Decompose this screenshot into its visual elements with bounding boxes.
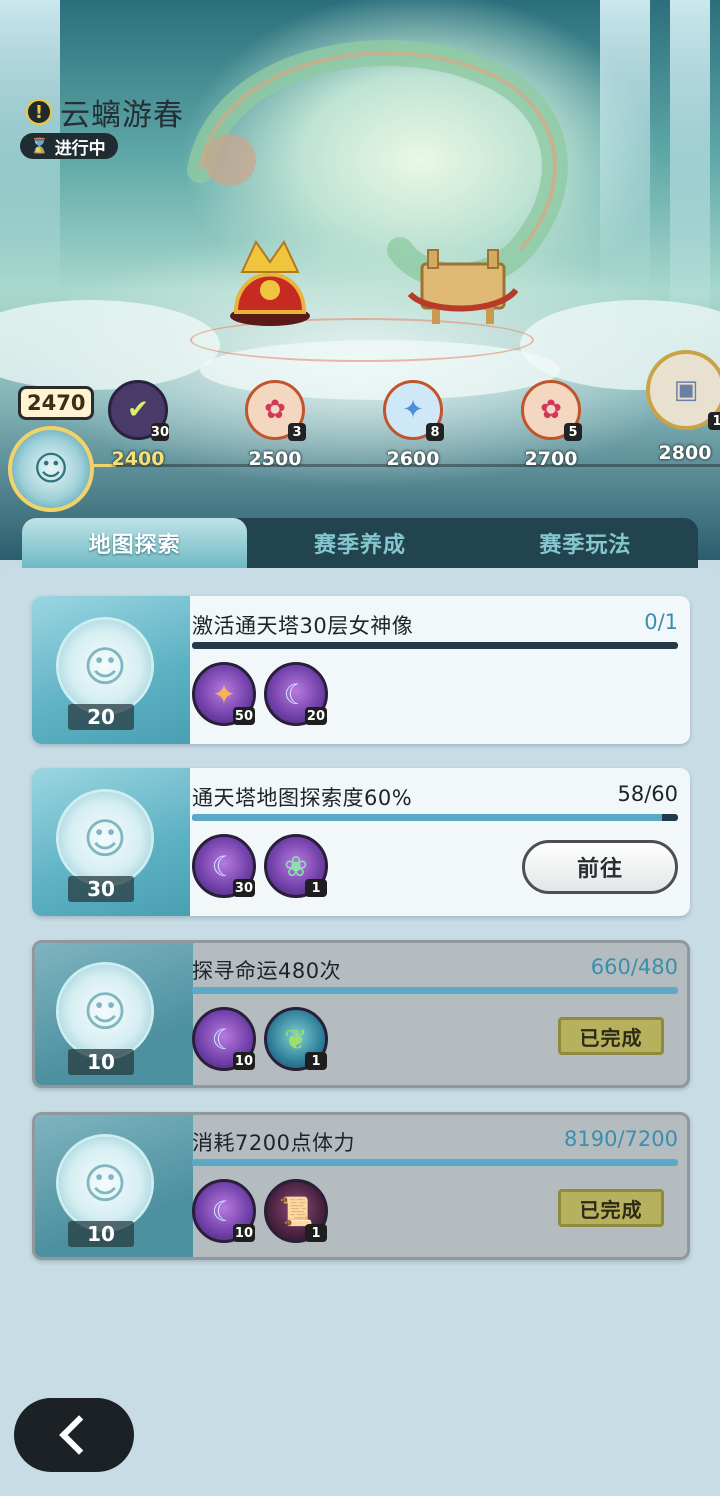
milestone-2600[interactable]: ✦ 8 2600 xyxy=(378,380,448,470)
milestone-count: 8 xyxy=(426,423,444,441)
task-reward-area: ☺ 10 xyxy=(35,1115,193,1257)
season-coin-icon: ☺ xyxy=(59,792,151,884)
coin-reward-count: 20 xyxy=(68,704,134,730)
status-text: 进行中 xyxy=(54,138,106,159)
task-card: ☺ 30 通天塔地图探索度60% 58/60 ☾ 30 ❀ 1 前往 xyxy=(32,768,690,916)
milestone-count: 5 xyxy=(564,423,582,441)
paw-token-icon: ✿ 5 xyxy=(521,380,582,441)
tab-season-gameplay[interactable]: 赛季玩法 xyxy=(473,518,698,568)
moon-orb-icon[interactable]: ☾ 10 xyxy=(192,1179,256,1243)
milestone-label: 2500 xyxy=(248,448,302,470)
task-card: ☺ 20 激活通天塔30层女神像 0/1 ✦ 50 ☾ 20 xyxy=(32,596,690,744)
task-reward-area: ☺ 30 xyxy=(32,768,190,916)
task-progress-fill xyxy=(192,814,662,821)
task-reward-area: ☺ 20 xyxy=(32,596,190,744)
milestone-2700[interactable]: ✿ 5 2700 xyxy=(516,380,586,470)
task-card: ☺ 10 探寻命运480次 660/480 ☾ 10 ❦ 1 已完成 xyxy=(32,940,690,1088)
coin-reward-count: 10 xyxy=(68,1049,134,1075)
hourglass-icon: ⌛ xyxy=(30,137,49,155)
star-crystal-icon[interactable]: ✦ 50 xyxy=(192,662,256,726)
helmet-reward-icon[interactable] xyxy=(228,232,312,328)
chevron-left-icon xyxy=(59,1415,99,1455)
item-count: 10 xyxy=(232,1224,255,1242)
task-progress-bar xyxy=(192,1159,678,1166)
item-count: 20 xyxy=(304,707,327,725)
task-title: 探寻命运480次 xyxy=(192,959,342,983)
claimed-check-icon: ✔ 30 xyxy=(108,380,169,441)
task-progress-bar xyxy=(192,642,678,649)
tab-season-growth[interactable]: 赛季养成 xyxy=(247,518,472,568)
task-progress-bar xyxy=(192,814,678,821)
moon-orb-icon[interactable]: ☾ 30 xyxy=(192,834,256,898)
go-button[interactable]: 前往 xyxy=(522,840,678,894)
cauldron-reward-icon[interactable] xyxy=(408,244,518,328)
herb-bowl-icon[interactable]: ❦ 1 xyxy=(264,1007,328,1071)
completed-badge: 已完成 xyxy=(558,1189,664,1227)
moon-orb-icon[interactable]: ☾ 20 xyxy=(264,662,328,726)
milestone-label: 2600 xyxy=(386,448,440,470)
task-progress-text: 0/1 xyxy=(644,610,678,634)
treasure-chest-icon: ▣ 1 xyxy=(646,350,720,430)
coin-reward-count: 10 xyxy=(68,1221,134,1247)
dragon-illustration xyxy=(187,40,568,290)
task-item-rewards: ✦ 50 ☾ 20 xyxy=(192,662,328,726)
milestone-2500[interactable]: ✿ 3 2500 xyxy=(240,380,310,470)
milestone-label: 2700 xyxy=(524,448,578,470)
season-coin-icon: ☺ xyxy=(59,1137,151,1229)
flower-pot-icon[interactable]: ❀ 1 xyxy=(264,834,328,898)
milestone-count: 1 xyxy=(708,412,720,430)
season-coin-icon: ☺ xyxy=(59,965,151,1057)
event-title: 云螭游春 xyxy=(60,98,184,133)
task-reward-area: ☺ 10 xyxy=(35,943,193,1085)
paw-token-icon: ✿ 3 xyxy=(245,380,306,441)
task-progress-text: 660/480 xyxy=(590,955,678,979)
task-progress-text: 58/60 xyxy=(617,782,678,806)
item-count: 30 xyxy=(232,879,255,897)
tab-map-explore[interactable]: 地图探索 xyxy=(22,518,248,568)
milestone-2400[interactable]: ✔ 30 2400 xyxy=(103,380,173,470)
completed-badge: 已完成 xyxy=(558,1017,664,1055)
event-banner: ! 云螭游春 ⌛ 进行中 2470 ☺ ✔ 30 2400 ✿ 3 2500 ✦… xyxy=(0,0,720,560)
milestone-count: 3 xyxy=(288,423,306,441)
tab-bar: 地图探索 赛季养成 赛季玩法 xyxy=(22,518,698,568)
season-coin-icon: ☺ xyxy=(59,620,151,712)
milestone-label: 2400 xyxy=(111,448,165,470)
task-card: ☺ 10 消耗7200点体力 8190/7200 ☾ 10 📜 1 已完成 xyxy=(32,1112,690,1260)
task-item-rewards: ☾ 10 📜 1 xyxy=(192,1179,328,1243)
task-item-rewards: ☾ 30 ❀ 1 xyxy=(192,834,328,898)
task-progress-bar xyxy=(192,987,678,994)
task-progress-fill xyxy=(192,1159,678,1166)
scroll-icon[interactable]: 📜 1 xyxy=(264,1179,328,1243)
current-points: 2470 xyxy=(18,386,95,420)
event-title-row: ! 云螭游春 xyxy=(26,90,184,134)
waterfall-right xyxy=(600,0,650,300)
item-count: 50 xyxy=(232,707,255,725)
milestone-2800[interactable]: ▣ 1 2800 xyxy=(646,350,720,464)
back-button[interactable] xyxy=(14,1398,134,1472)
item-count: 1 xyxy=(305,879,327,897)
task-progress-text: 8190/7200 xyxy=(564,1127,678,1151)
info-icon[interactable]: ! xyxy=(26,99,52,125)
task-title: 通天塔地图探索度60% xyxy=(192,786,413,810)
item-count: 10 xyxy=(232,1052,255,1070)
item-count: 1 xyxy=(305,1052,327,1070)
item-count: 1 xyxy=(305,1224,327,1242)
coin-reward-count: 30 xyxy=(68,876,134,902)
task-title: 消耗7200点体力 xyxy=(192,1131,355,1155)
status-badge: ⌛ 进行中 xyxy=(20,133,118,159)
milestone-count: 30 xyxy=(150,423,169,441)
task-item-rewards: ☾ 10 ❦ 1 xyxy=(192,1007,328,1071)
task-title: 激活通天塔30层女神像 xyxy=(192,614,414,638)
moon-orb-icon[interactable]: ☾ 10 xyxy=(192,1007,256,1071)
milestone-label: 2800 xyxy=(658,442,712,464)
task-progress-fill xyxy=(192,987,678,994)
current-coin-icon: ☺ xyxy=(8,426,94,512)
crystal-shard-icon: ✦ 8 xyxy=(383,380,444,441)
